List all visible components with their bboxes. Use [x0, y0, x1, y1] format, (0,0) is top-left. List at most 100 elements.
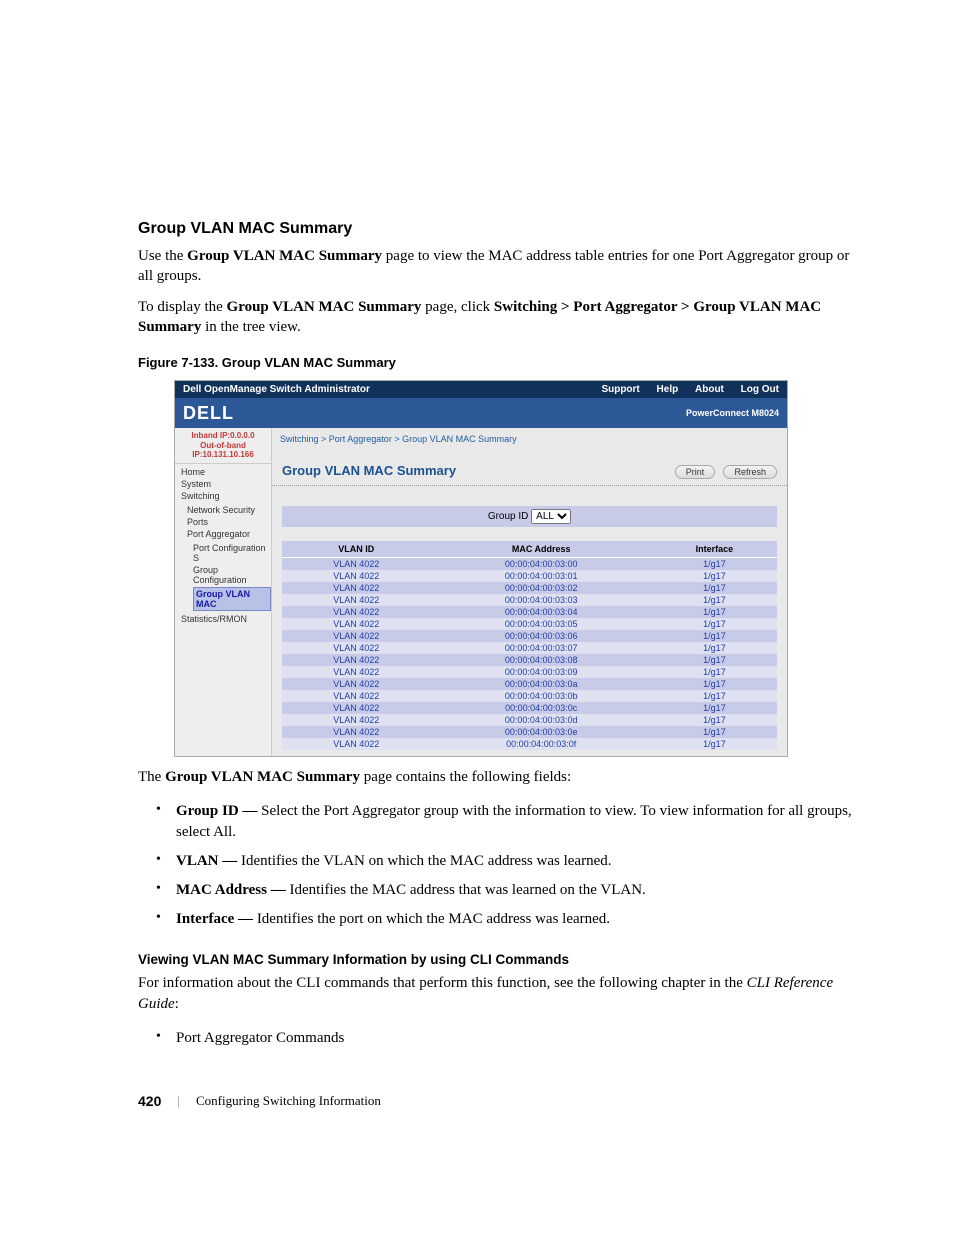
panel-title: Group VLAN MAC Summary: [282, 463, 456, 478]
table-cell: 1/g17: [652, 630, 777, 642]
table-row: VLAN 402200:00:04:00:03:001/g17: [282, 558, 777, 571]
mac-table: VLAN ID MAC Address Interface VLAN 40220…: [282, 541, 777, 750]
field-term: MAC Address —: [176, 882, 289, 898]
table-cell: VLAN 4022: [282, 570, 431, 582]
table-row: VLAN 402200:00:04:00:03:081/g17: [282, 654, 777, 666]
table-row: VLAN 402200:00:04:00:03:0a1/g17: [282, 678, 777, 690]
tree-network-security[interactable]: Network Security: [187, 504, 271, 516]
footer-separator-icon: |: [177, 1093, 180, 1109]
table-cell: 00:00:04:00:03:00: [431, 558, 652, 571]
table-cell: 1/g17: [652, 714, 777, 726]
field-desc: Identifies the VLAN on which the MAC add…: [241, 853, 611, 869]
table-cell: 00:00:04:00:03:01: [431, 570, 652, 582]
table-cell: 1/g17: [652, 738, 777, 750]
table-cell: 00:00:04:00:03:06: [431, 630, 652, 642]
titlebar-links: Support Help About Log Out: [587, 384, 779, 395]
table-row: VLAN 402200:00:04:00:03:0e1/g17: [282, 726, 777, 738]
table-cell: 00:00:04:00:03:05: [431, 618, 652, 630]
table-row: VLAN 402200:00:04:00:03:041/g17: [282, 606, 777, 618]
table-row: VLAN 402200:00:04:00:03:011/g17: [282, 570, 777, 582]
table-cell: 00:00:04:00:03:0d: [431, 714, 652, 726]
tree-statistics[interactable]: Statistics/RMON: [181, 613, 271, 625]
table-cell: VLAN 4022: [282, 630, 431, 642]
table-cell: 1/g17: [652, 726, 777, 738]
print-button[interactable]: Print: [675, 465, 716, 479]
table-cell: VLAN 4022: [282, 594, 431, 606]
section-heading: Group VLAN MAC Summary: [138, 220, 864, 238]
table-cell: VLAN 4022: [282, 738, 431, 750]
link-help[interactable]: Help: [657, 384, 679, 395]
link-about[interactable]: About: [695, 384, 724, 395]
col-interface: Interface: [652, 541, 777, 558]
table-cell: 1/g17: [652, 594, 777, 606]
tree-port-aggregator[interactable]: Port Aggregator: [187, 528, 271, 540]
tree-home[interactable]: Home: [181, 466, 271, 478]
table-row: VLAN 402200:00:04:00:03:061/g17: [282, 630, 777, 642]
content-panel: Switching > Port Aggregator > Group VLAN…: [272, 428, 787, 756]
field-desc: Select the Port Aggregator group with th…: [176, 803, 852, 840]
dell-logo-icon: DELL: [183, 403, 234, 424]
table-cell: 1/g17: [652, 678, 777, 690]
table-cell: 1/g17: [652, 690, 777, 702]
table-row: VLAN 402200:00:04:00:03:071/g17: [282, 642, 777, 654]
text-bold: Group VLAN MAC Summary: [165, 769, 360, 785]
table-cell: 00:00:04:00:03:0e: [431, 726, 652, 738]
intro-paragraph-1: Use the Group VLAN MAC Summary page to v…: [138, 246, 864, 287]
text: The: [138, 769, 165, 785]
tree-switching[interactable]: Switching: [181, 490, 271, 502]
footer-chapter: Configuring Switching Information: [196, 1093, 381, 1109]
tree-ports[interactable]: Ports: [187, 516, 271, 528]
app-title: Dell OpenManage Switch Administrator: [183, 384, 370, 395]
text-bold: Group VLAN MAC Summary: [227, 299, 422, 315]
table-cell: 1/g17: [652, 570, 777, 582]
table-cell: 1/g17: [652, 618, 777, 630]
page-footer: 420 | Configuring Switching Information: [138, 1093, 864, 1109]
tree-group-config[interactable]: Group Configuration: [193, 564, 271, 586]
figure-caption: Figure 7-133. Group VLAN MAC Summary: [138, 355, 864, 370]
table-cell: VLAN 4022: [282, 714, 431, 726]
table-row: VLAN 402200:00:04:00:03:091/g17: [282, 666, 777, 678]
device-model: PowerConnect M8024: [686, 408, 779, 418]
text: Use the: [138, 248, 187, 264]
table-row: VLAN 402200:00:04:00:03:0d1/g17: [282, 714, 777, 726]
link-logout[interactable]: Log Out: [741, 384, 779, 395]
field-desc: Identifies the MAC address that was lear…: [289, 882, 645, 898]
refresh-button[interactable]: Refresh: [723, 465, 777, 479]
table-cell: 1/g17: [652, 642, 777, 654]
col-vlan-id: VLAN ID: [282, 541, 431, 558]
group-id-select[interactable]: ALL: [531, 509, 571, 524]
table-cell: 00:00:04:00:03:04: [431, 606, 652, 618]
table-cell: 00:00:04:00:03:07: [431, 642, 652, 654]
table-cell: VLAN 4022: [282, 690, 431, 702]
list-item: Interface — Identifies the port on which…: [156, 905, 864, 934]
table-cell: VLAN 4022: [282, 642, 431, 654]
filter-bar: Group ID ALL: [282, 506, 777, 527]
tree-group-vlan-mac[interactable]: Group VLAN MAC: [193, 587, 271, 611]
list-item: VLAN — Identifies the VLAN on which the …: [156, 847, 864, 876]
link-support[interactable]: Support: [601, 384, 639, 395]
col-mac-address: MAC Address: [431, 541, 652, 558]
table-cell: 1/g17: [652, 582, 777, 594]
table-cell: VLAN 4022: [282, 606, 431, 618]
nav-tree: Inband IP:0.0.0.0 Out-of-band IP:10.131.…: [175, 428, 272, 756]
field-term: VLAN —: [176, 853, 241, 869]
sub-heading: Viewing VLAN MAC Summary Information by …: [138, 952, 864, 967]
text: page, click: [421, 299, 493, 315]
table-cell: 1/g17: [652, 606, 777, 618]
table-cell: 1/g17: [652, 558, 777, 571]
breadcrumb: Switching > Port Aggregator > Group VLAN…: [272, 428, 787, 462]
table-cell: 00:00:04:00:03:02: [431, 582, 652, 594]
field-term: Group ID —: [176, 803, 261, 819]
text: For information about the CLI commands t…: [138, 975, 747, 991]
text: To display the: [138, 299, 227, 315]
table-cell: 1/g17: [652, 666, 777, 678]
table-cell: 00:00:04:00:03:0f: [431, 738, 652, 750]
filter-label: Group ID: [488, 511, 529, 522]
table-row: VLAN 402200:00:04:00:03:021/g17: [282, 582, 777, 594]
fields-intro: The Group VLAN MAC Summary page contains…: [138, 767, 864, 787]
tree-port-config[interactable]: Port Configuration S: [193, 542, 271, 564]
screenshot-figure: Dell OpenManage Switch Administrator Sup…: [174, 380, 788, 757]
table-cell: 00:00:04:00:03:0c: [431, 702, 652, 714]
table-row: VLAN 402200:00:04:00:03:0b1/g17: [282, 690, 777, 702]
tree-system[interactable]: System: [181, 478, 271, 490]
